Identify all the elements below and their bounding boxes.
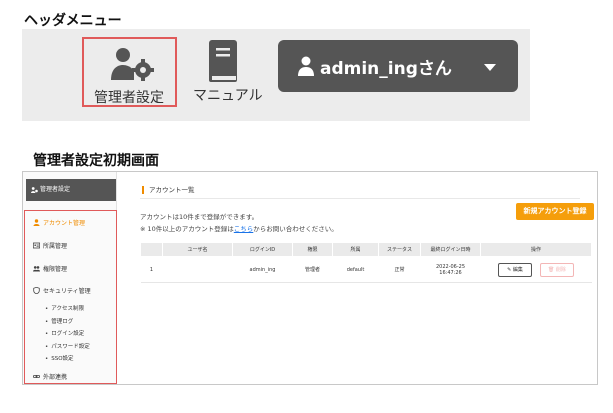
admin-settings-icon [111,48,154,81]
sidebar: 管理者設定 アカウント管理 所属管理 権限管理 セキュリティ管理 • アクセス制… [23,172,117,384]
sidebar-item-external[interactable]: 外部連携 [33,372,67,381]
column-header-role: 権限 [292,242,333,257]
sidebar-item-security[interactable]: セキュリティ管理 [33,286,91,295]
cell-role: 管理者 [292,256,333,283]
main-content: アカウント一覧 新規アカウント登録 アカウントは10件まで登録ができます。 ※ … [118,172,597,384]
admin-settings-label: 管理者設定 [94,90,164,106]
sidebar-subitem-login-settings[interactable]: ログイン設定 [45,329,84,337]
manual-button[interactable]: マニュアル [193,37,268,107]
sidebar-item-label: 外部連携 [43,374,68,381]
edit-button-label: 編集 [512,266,523,273]
column-header-status: ステータス [378,242,421,257]
new-account-button[interactable]: 新規アカウント登録 [516,203,594,220]
account-table: ユーザ名 ログインID 権限 所属 ステータス 最終ログイン日時 操作 1 ad… [140,242,592,283]
person-icon [33,219,40,226]
contact-link[interactable]: こちら [234,225,254,233]
column-header-number [140,242,163,257]
sidebar-item-label: 所属管理 [43,243,68,250]
table-header-row: ユーザ名 ログインID 権限 所属 ステータス 最終ログイン日時 操作 [140,242,592,257]
user-icon [298,56,314,76]
sidebar-item-permissions[interactable]: 権限管理 [33,264,67,273]
delete-button[interactable]: 🗑 削除 [539,262,574,277]
last-login-time: 16:47:26 [439,269,462,276]
chevron-down-icon[interactable] [484,64,496,71]
sidebar-header[interactable]: 管理者設定 [26,179,116,201]
divider [140,198,580,199]
sidebar-header-label: 管理者設定 [40,186,71,193]
sidebar-subitem-sso-settings[interactable]: SSO設定 [45,354,73,362]
account-limit-note: アカウントは10件まで登録ができます。 [140,213,259,221]
page-title: アカウント一覧 [142,186,195,194]
admin-settings-icon [31,187,38,193]
column-header-login-id: ログインID [232,242,293,257]
contact-note: ※ 10件以上のアカウント登録はこちらからお問い合わせください。 [140,223,338,233]
users-icon [33,266,40,272]
edit-button[interactable]: ✎ 編集 [498,262,533,277]
admin-settings-button[interactable]: 管理者設定 [82,37,177,107]
link-icon [33,375,40,379]
sidebar-item-label: 権限管理 [43,266,68,273]
trash-icon: 🗑 [547,266,556,273]
sidebar-item-label: アカウント管理 [43,220,86,227]
book-icon [209,40,237,82]
cell-actions: ✎ 編集 🗑 削除 [480,256,592,283]
contact-note-prefix: ※ 10件以上のアカウント登録は [140,225,234,233]
shield-icon [33,287,40,294]
cell-status: 正常 [378,256,421,283]
admin-settings-screen: 管理者設定 アカウント管理 所属管理 権限管理 セキュリティ管理 • アクセス制… [22,171,598,385]
delete-button-label: 削除 [555,266,566,273]
column-header-department: 所属 [332,242,379,257]
screen-section-title: 管理者設定初期画面 [33,153,159,169]
sidebar-item-account[interactable]: アカウント管理 [33,218,85,227]
cell-username [162,256,233,283]
user-name: admin_ingさん [320,59,452,79]
cell-last-login: 2022-06-25 16:47:26 [420,256,481,283]
sidebar-subitem-access-restriction[interactable]: アクセス制限 [45,304,84,312]
column-header-last-login: 最終ログイン日時 [420,242,481,257]
sidebar-subitem-password-settings[interactable]: パスワード設定 [45,342,90,350]
user-menu-dropdown[interactable]: admin_ingさん [278,40,518,92]
header-section-title: ヘッダメニュー [24,13,122,29]
column-header-actions: 操作 [480,242,592,257]
sidebar-subitem-admin-log[interactable]: 管理ログ [45,317,73,325]
sidebar-item-department[interactable]: 所属管理 [33,241,67,250]
cell-number: 1 [140,256,163,283]
cell-login-id: admin_ing [232,256,293,283]
table-row: 1 admin_ing 管理者 default 正常 2022-06-25 16:… [140,256,592,283]
sidebar-item-label: セキュリティ管理 [43,288,91,295]
manual-label: マニュアル [193,88,263,104]
contact-note-suffix: からお問い合わせください。 [253,225,338,233]
column-header-username: ユーザ名 [162,242,233,257]
id-card-icon [33,242,40,249]
cell-department: default [332,256,379,283]
